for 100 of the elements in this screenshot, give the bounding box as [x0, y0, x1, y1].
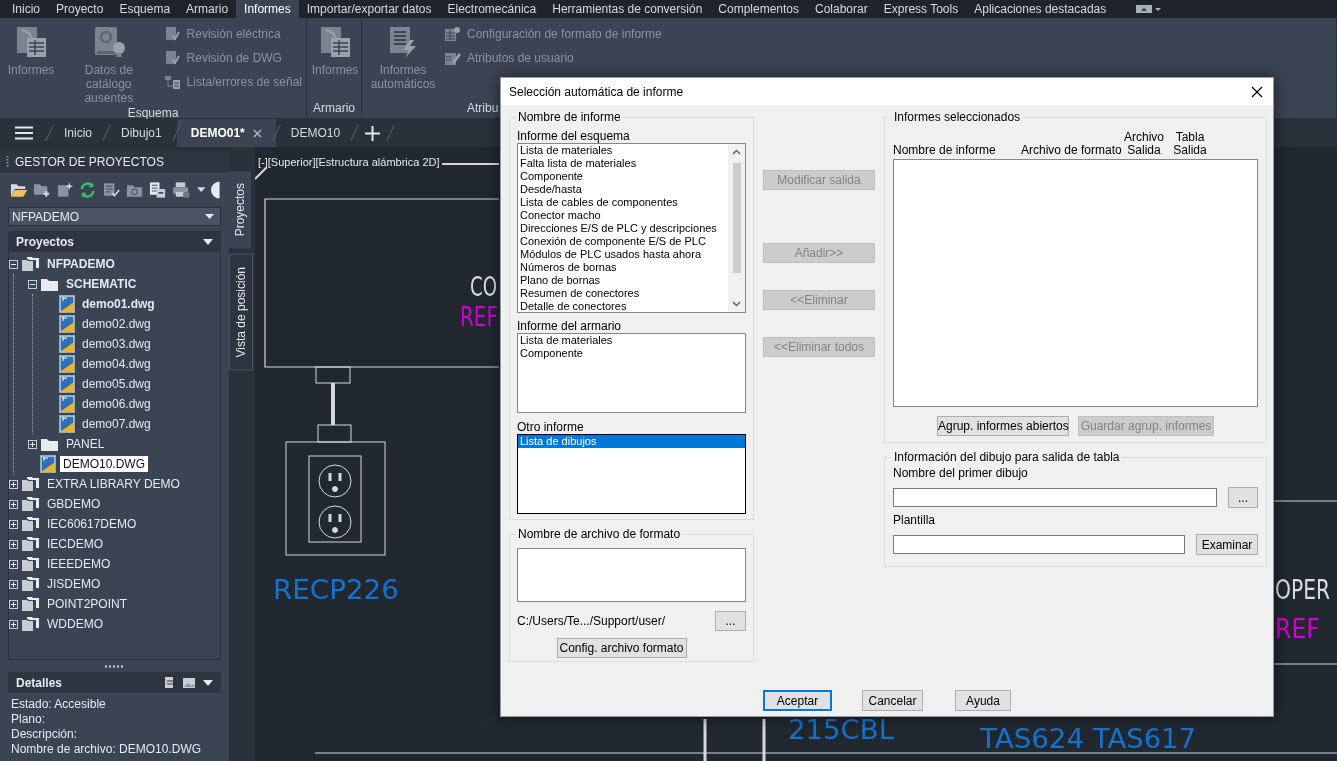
list-box[interactable]: Lista de materiales Componente — [517, 333, 746, 413]
menu-tab[interactable]: Electromecánica — [439, 0, 545, 18]
caret-icon[interactable] — [203, 238, 213, 245]
list-item[interactable]: Resumen de conectores — [518, 287, 728, 300]
list-item[interactable]: Componente — [518, 170, 728, 183]
expand-toggle[interactable] — [9, 559, 18, 569]
sparkle-page-icon[interactable] — [56, 182, 74, 198]
menu-tab[interactable]: Colaborar — [807, 0, 876, 18]
expand-toggle[interactable] — [9, 599, 18, 609]
list-box[interactable]: Lista de dibujos — [517, 434, 746, 514]
menu-icon[interactable] — [15, 126, 33, 140]
list-box[interactable] — [517, 143, 746, 313]
document-swap-icon[interactable] — [148, 181, 166, 199]
browse-button[interactable]: Examinar — [1196, 534, 1258, 555]
tree-item[interactable]: IECDEMO — [44, 536, 106, 552]
side-tab[interactable]: Vista de posición — [229, 254, 253, 371]
file-tab[interactable]: DEMO10 — [276, 119, 355, 147]
expand-toggle[interactable] — [28, 439, 37, 449]
format-list[interactable] — [517, 548, 746, 602]
group-button[interactable]: Agrup. informes abiertos — [937, 416, 1069, 436]
list-item[interactable]: Lista de materiales — [518, 144, 728, 157]
list-item[interactable]: Números de bornas — [518, 261, 728, 274]
collapse-toggle[interactable] — [28, 279, 37, 289]
list-item[interactable]: Falta lista de materiales — [518, 157, 728, 170]
tree-item[interactable]: WDDEMO — [44, 616, 106, 632]
close-icon[interactable] — [1251, 85, 1263, 98]
dialog-button[interactable]: Cancelar — [862, 690, 923, 711]
tree-item[interactable]: demo06.dwg — [79, 396, 154, 412]
list-item[interactable]: Lista de materiales — [518, 334, 745, 347]
tree-item[interactable]: demo05.dwg — [79, 376, 154, 392]
tree-item[interactable]: EXTRA LIBRARY DEMO — [44, 476, 183, 492]
list-check-icon[interactable] — [102, 182, 120, 198]
input-field[interactable] — [893, 535, 1185, 554]
list-item[interactable]: Direcciones E/S de PLC y descripciones — [518, 222, 728, 235]
menu-tab[interactable]: Armario — [178, 0, 237, 18]
list-item[interactable]: Conector macho — [518, 209, 728, 222]
list-item[interactable]: Conexión de componente E/S de PLC — [518, 235, 728, 248]
list-item[interactable]: Lista de cables de componentes — [518, 196, 728, 209]
file-tab[interactable]: Dibujo1 — [107, 119, 176, 147]
image-icon[interactable] — [183, 677, 195, 688]
expand-toggle[interactable] — [9, 479, 18, 489]
browse-button[interactable]: ... — [715, 611, 746, 631]
menu-tab[interactable]: Esquema — [111, 0, 179, 18]
printer-icon[interactable] — [171, 181, 191, 199]
input-field[interactable] — [893, 488, 1217, 507]
browse-button[interactable]: ... — [1228, 487, 1258, 508]
expand-toggle[interactable] — [9, 579, 18, 589]
list-item[interactable]: Plano de bornas — [518, 274, 728, 287]
dialog-button[interactable]: Aceptar — [763, 690, 832, 711]
tree-item[interactable]: demo04.dwg — [79, 356, 154, 372]
menu-tab[interactable]: Proyecto — [48, 0, 112, 18]
folder-open-icon[interactable] — [10, 182, 28, 198]
viewport-controls[interactable]: [-][Superior][Estructura alámbrica 2D] — [258, 156, 442, 168]
grip-icon[interactable] — [6, 156, 9, 168]
list-item[interactable]: Detalle de conectores — [518, 300, 728, 312]
list-item[interactable]: Desde/hasta — [518, 183, 728, 196]
scrollbar[interactable] — [728, 144, 745, 312]
menu-tab[interactable]: Inicio — [4, 0, 48, 18]
side-tab[interactable]: Proyectos — [229, 171, 251, 249]
tree-item[interactable]: demo02.dwg — [79, 316, 154, 332]
tree-item[interactable]: DEMO10.DWG — [60, 456, 148, 472]
project-dropdown[interactable]: NFPADEMO — [8, 207, 221, 226]
menu-tab[interactable]: Informes — [236, 0, 299, 18]
menu-tab[interactable]: Importar/exportar datos — [298, 0, 440, 18]
list-item[interactable]: Módulos de PLC usados hasta ahora — [518, 248, 728, 261]
expand-toggle[interactable] — [9, 539, 18, 549]
menu-tab[interactable]: Express Tools — [875, 0, 967, 18]
tree-item[interactable]: JISDEMO — [44, 576, 104, 592]
splitter-grip-icon[interactable] — [104, 664, 125, 668]
tree-item[interactable]: demo03.dwg — [79, 336, 154, 352]
tree-item[interactable]: POINT2POINT — [44, 596, 130, 612]
list-item[interactable]: Componente — [518, 347, 745, 360]
tree-item[interactable]: NFPADEMO — [44, 256, 118, 272]
document-list-icon[interactable] — [165, 677, 175, 688]
menu-tab[interactable]: Herramientas de conversión — [544, 0, 711, 18]
tree-item[interactable]: IEC60617DEMO — [44, 516, 140, 532]
caret-icon[interactable] — [196, 187, 206, 193]
caret-icon[interactable] — [203, 679, 213, 686]
refresh-icon[interactable] — [79, 181, 97, 199]
tree-item[interactable]: demo01.dwg — [79, 296, 158, 312]
tree-item[interactable]: SCHEMATIC — [63, 276, 140, 292]
tree-item[interactable]: demo07.dwg — [79, 416, 154, 432]
tree-item[interactable]: IEEEDEMO — [44, 556, 114, 572]
dialog-button[interactable]: Ayuda — [955, 690, 1011, 711]
tree-item[interactable]: PANEL — [63, 436, 108, 452]
file-tab[interactable]: Inicio — [50, 119, 106, 147]
expand-toggle[interactable] — [9, 619, 18, 629]
scroll-thumb[interactable] — [732, 163, 741, 273]
file-tab[interactable]: DEMO01* — [176, 119, 276, 147]
config-button[interactable]: Config. archivo formato — [556, 638, 687, 658]
menu-tab[interactable]: Complementos — [710, 0, 807, 18]
expand-toggle[interactable] — [9, 519, 18, 529]
folder-plus-icon[interactable] — [33, 182, 51, 198]
collapse-toggle[interactable] — [9, 259, 18, 269]
folder-sync-icon[interactable] — [125, 182, 143, 198]
menu-tab[interactable]: Aplicaciones destacadas — [966, 0, 1115, 18]
tree-item[interactable]: GBDEMO — [44, 496, 104, 512]
plus-icon[interactable] — [365, 125, 381, 141]
list-item[interactable]: Lista de dibujos — [518, 435, 745, 448]
window-caret-icon[interactable] — [1136, 4, 1163, 14]
